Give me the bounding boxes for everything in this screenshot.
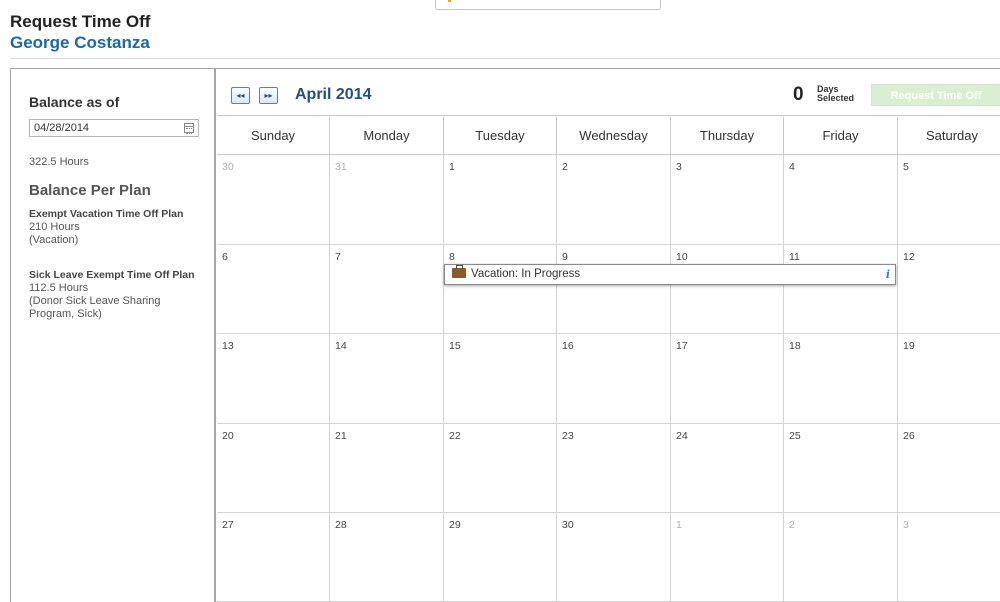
weekday-tuesday: Tuesday: [444, 117, 557, 155]
request-time-off-button[interactable]: Request Time Off: [871, 84, 1000, 106]
days-label-line: Selected: [817, 93, 855, 103]
balance-per-plan-heading: Balance Per Plan: [29, 182, 151, 199]
day-cell[interactable]: 11: [784, 245, 898, 334]
calendar-icon[interactable]: [184, 123, 194, 134]
day-cell[interactable]: 14: [330, 334, 444, 424]
previous-month-button[interactable]: ◂◂: [231, 87, 250, 104]
day-cell[interactable]: 30: [217, 155, 330, 245]
calendar-grid: 30 31 1 2 3 4 5 6 7 8 9 10 11 12 13 14 15 16 17 18 19 20 21 22 2…: [217, 155, 1000, 602]
day-cell[interactable]: 20: [217, 424, 330, 513]
day-cell[interactable]: 6: [217, 245, 330, 334]
day-cell[interactable]: 18: [784, 334, 898, 424]
event-label: Vacation: In Progress: [471, 268, 581, 280]
weekday-saturday: Saturday: [898, 117, 1000, 155]
vacation-event-bar[interactable]: Vacation: In Progress i: [444, 264, 896, 285]
plan-name: Exempt Vacation Time Off Plan: [29, 208, 184, 220]
day-cell[interactable]: 13: [217, 334, 330, 424]
day-cell[interactable]: 30: [557, 513, 671, 602]
day-cell[interactable]: 21: [330, 424, 444, 513]
plan-name: Sick Leave Exempt Time Off Plan: [29, 269, 195, 281]
days-selected-label: Days Selected: [817, 85, 854, 103]
weekday-thursday: Thursday: [671, 117, 784, 155]
day-cell[interactable]: 16: [557, 334, 671, 424]
weekday-sunday: Sunday: [217, 117, 330, 155]
day-cell[interactable]: 24: [671, 424, 784, 513]
weekday-wednesday: Wednesday: [557, 117, 671, 155]
day-cell[interactable]: 7: [330, 245, 444, 334]
day-cell[interactable]: 25: [784, 424, 898, 513]
day-cell[interactable]: 27: [217, 513, 330, 602]
plan-types: (Donor Sick Leave Sharing: [29, 295, 161, 307]
day-cell[interactable]: 26: [898, 424, 1000, 513]
weekday-monday: Monday: [330, 117, 444, 155]
next-month-button[interactable]: ▸▸: [259, 87, 278, 104]
weekday-header-row: Sunday Monday Tuesday Wednesday Thursday Frid…: [217, 117, 1000, 155]
page-title: Request Time Off: [10, 12, 151, 31]
days-selected-count: 0: [793, 84, 804, 105]
search-marker: [448, 0, 451, 2]
day-cell[interactable]: 1: [444, 155, 557, 245]
balance-date-value: 04/28/2014: [34, 122, 90, 134]
info-icon[interactable]: i: [886, 265, 890, 284]
day-cell[interactable]: 2: [784, 513, 898, 602]
briefcase-icon: [452, 265, 466, 278]
total-balance-hours: 322.5 Hours: [29, 156, 89, 168]
day-cell[interactable]: 1: [671, 513, 784, 602]
plan-vacation: Exempt Vacation Time Off Plan 210 Hours …: [29, 208, 209, 247]
month-title: April 2014: [295, 86, 372, 103]
day-cell[interactable]: 10: [671, 245, 784, 334]
calendar-header: ◂◂ ▸▸ April 2014 0 Days Selected Request…: [217, 69, 1000, 116]
day-cell[interactable]: 3: [671, 155, 784, 245]
employee-name: George Costanza: [10, 33, 150, 52]
day-cell[interactable]: 3: [898, 513, 1000, 602]
day-cell[interactable]: 23: [557, 424, 671, 513]
header-divider: [10, 58, 1000, 59]
day-cell[interactable]: 12: [898, 245, 1000, 334]
balance-heading: Balance as of: [29, 94, 120, 110]
plan-hours: 210 Hours: [29, 221, 80, 233]
day-cell[interactable]: 8: [444, 245, 557, 334]
day-cell[interactable]: 15: [444, 334, 557, 424]
plan-hours: 112.5 Hours: [29, 282, 89, 294]
rewind-icon: ◂◂: [236, 91, 245, 100]
day-cell[interactable]: 4: [784, 155, 898, 245]
day-cell[interactable]: 29: [444, 513, 557, 602]
plan-types: (Vacation): [29, 234, 79, 246]
day-cell[interactable]: 17: [671, 334, 784, 424]
day-cell[interactable]: 28: [330, 513, 444, 602]
balance-date-input[interactable]: 04/28/2014: [29, 119, 199, 137]
weekday-friday: Friday: [784, 117, 898, 155]
fast-forward-icon: ▸▸: [264, 91, 273, 100]
day-cell[interactable]: 2: [557, 155, 671, 245]
day-cell[interactable]: 5: [898, 155, 1000, 245]
day-cell[interactable]: 22: [444, 424, 557, 513]
day-cell[interactable]: 9: [557, 245, 671, 334]
day-cell[interactable]: 31: [330, 155, 444, 245]
plan-types: Program, Sick): [29, 308, 102, 320]
day-cell[interactable]: 19: [898, 334, 1000, 424]
top-search-box[interactable]: [435, 0, 661, 10]
balance-sidebar: Balance as of 04/28/2014 322.5 Hours Bal…: [10, 68, 216, 602]
plan-sick-leave: Sick Leave Exempt Time Off Plan 112.5 Ho…: [29, 269, 209, 321]
